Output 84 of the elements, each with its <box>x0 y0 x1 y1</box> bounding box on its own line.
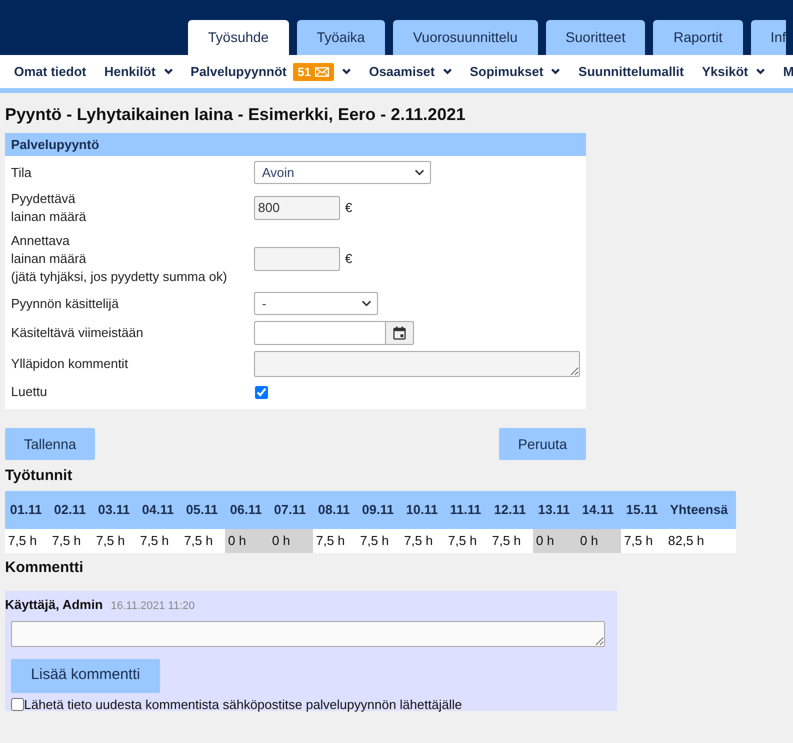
currency-label: € <box>345 250 352 268</box>
table-cell: 0 h <box>225 529 269 553</box>
add-comment-button[interactable]: Lisää kommentti <box>11 658 160 692</box>
currency-label: € <box>345 199 352 218</box>
menu-link[interactable]: Henkilöt <box>104 62 156 82</box>
amount-input[interactable] <box>254 247 340 271</box>
menu-link[interactable]: Sopimukset <box>470 62 544 82</box>
checkbox[interactable] <box>255 386 268 398</box>
column-header: 04.11 <box>137 491 181 529</box>
date-input[interactable] <box>254 321 386 345</box>
page-title: Pyyntö - Lyhytaikainen laina - Esimerkki, Eero - 2.11.2021 <box>5 104 466 125</box>
checkbox[interactable] <box>11 698 24 711</box>
nav-tab[interactable]: Inf <box>750 20 786 55</box>
comment-author: Käyttäjä, Admin <box>5 596 103 614</box>
table-cell: 7,5 h <box>313 529 357 553</box>
table-cell: 82,5 h <box>665 529 736 553</box>
message-count: 51 <box>298 64 311 80</box>
table-cell: 7,5 h <box>137 529 181 553</box>
action-button[interactable]: Tallenna <box>5 428 96 460</box>
table-cell: 7,5 h <box>93 529 137 553</box>
table-cell: 7,5 h <box>401 529 445 553</box>
chevron-down-icon[interactable] <box>756 68 766 75</box>
field-label: Pyynnön käsittelijä <box>11 294 119 312</box>
menu-link[interactable]: Omat tiedot <box>14 62 86 82</box>
calendar-icon <box>393 326 406 340</box>
nav-tab[interactable]: Työsuhde <box>188 20 289 55</box>
column-header: 15.11 <box>621 491 665 529</box>
envelope-icon <box>314 66 329 76</box>
action-button[interactable]: Peruuta <box>498 428 586 460</box>
table-cell: 7,5 h <box>181 529 225 553</box>
table-cell: 7,5 h <box>5 529 49 553</box>
section-header: Palvelupyyntö <box>5 133 586 156</box>
amount-input[interactable]: 800 <box>254 196 340 220</box>
chevron-down-icon <box>414 169 425 176</box>
table-cell: 7,5 h <box>49 529 93 553</box>
section-heading: Kommentti <box>5 558 84 578</box>
column-header: 13.11 <box>533 491 577 529</box>
calendar-button[interactable] <box>386 321 414 345</box>
field-label: Tila <box>11 164 32 182</box>
column-header: 12.11 <box>489 491 533 529</box>
field-label: Ylläpidon kommentit <box>11 355 128 373</box>
column-header: Yhteensä <box>665 491 736 529</box>
chevron-down-icon[interactable] <box>551 68 560 75</box>
menu-link[interactable]: Suunnittelumallit <box>578 62 684 82</box>
comment-input[interactable] <box>11 620 605 646</box>
table-cell: 7,5 h <box>489 529 533 553</box>
column-header: 09.11 <box>357 491 401 529</box>
table-cell: 0 h <box>533 529 577 553</box>
comment-timestamp: 16.11.2021 11:20 <box>110 599 195 614</box>
field-label: Luettu <box>11 383 48 401</box>
nav-tab[interactable]: Raportit <box>653 20 742 55</box>
column-header: 14.11 <box>577 491 621 529</box>
checkbox-label: Lähetä tieto uudesta kommentista sähköpostitse palvelupyynnön lähettäjälle <box>24 696 462 714</box>
dropdown-select[interactable]: Avoin <box>254 161 431 184</box>
table-cell: 7,5 h <box>357 529 401 553</box>
column-header: 10.11 <box>401 491 445 529</box>
column-header: 02.11 <box>49 491 93 529</box>
chevron-down-icon <box>361 300 372 307</box>
table-cell: 0 h <box>577 529 621 553</box>
menu-link[interactable]: M <box>783 62 793 82</box>
menu-link[interactable]: Osaamiset <box>368 62 435 82</box>
table-cell: 7,5 h <box>445 529 489 553</box>
menu-link[interactable]: Yksiköt <box>702 62 748 82</box>
chevron-down-icon[interactable] <box>164 68 173 75</box>
nav-tab[interactable]: Työaika <box>296 20 385 55</box>
column-header: 11.11 <box>445 491 489 529</box>
column-header: 07.11 <box>269 491 313 529</box>
table-cell: 0 h <box>269 529 313 553</box>
field-label: Annettava lainan määrä (jätä tyhjäksi, jos pyydetty summa ok) <box>11 232 228 286</box>
table-cell: 7,5 h <box>621 529 665 553</box>
field-label: Pyydettävä lainan määrä <box>11 190 86 226</box>
chevron-down-icon[interactable] <box>442 68 452 75</box>
nav-tab[interactable]: Suoritteet <box>546 20 646 55</box>
dropdown-select[interactable]: - <box>254 292 378 315</box>
menu-link[interactable]: Palvelupyynnöt <box>190 62 287 82</box>
column-header: 06.11 <box>225 491 269 529</box>
field-label: Käsiteltävä viimeistään <box>11 324 144 342</box>
nav-tab[interactable]: Vuorosuunnittelu <box>392 20 538 55</box>
column-header: 01.11 <box>5 491 49 529</box>
column-header: 03.11 <box>93 491 137 529</box>
column-header: 05.11 <box>181 491 225 529</box>
chevron-down-icon[interactable] <box>342 68 351 75</box>
section-heading: Työtunnit <box>5 466 72 486</box>
column-header: 08.11 <box>313 491 357 529</box>
